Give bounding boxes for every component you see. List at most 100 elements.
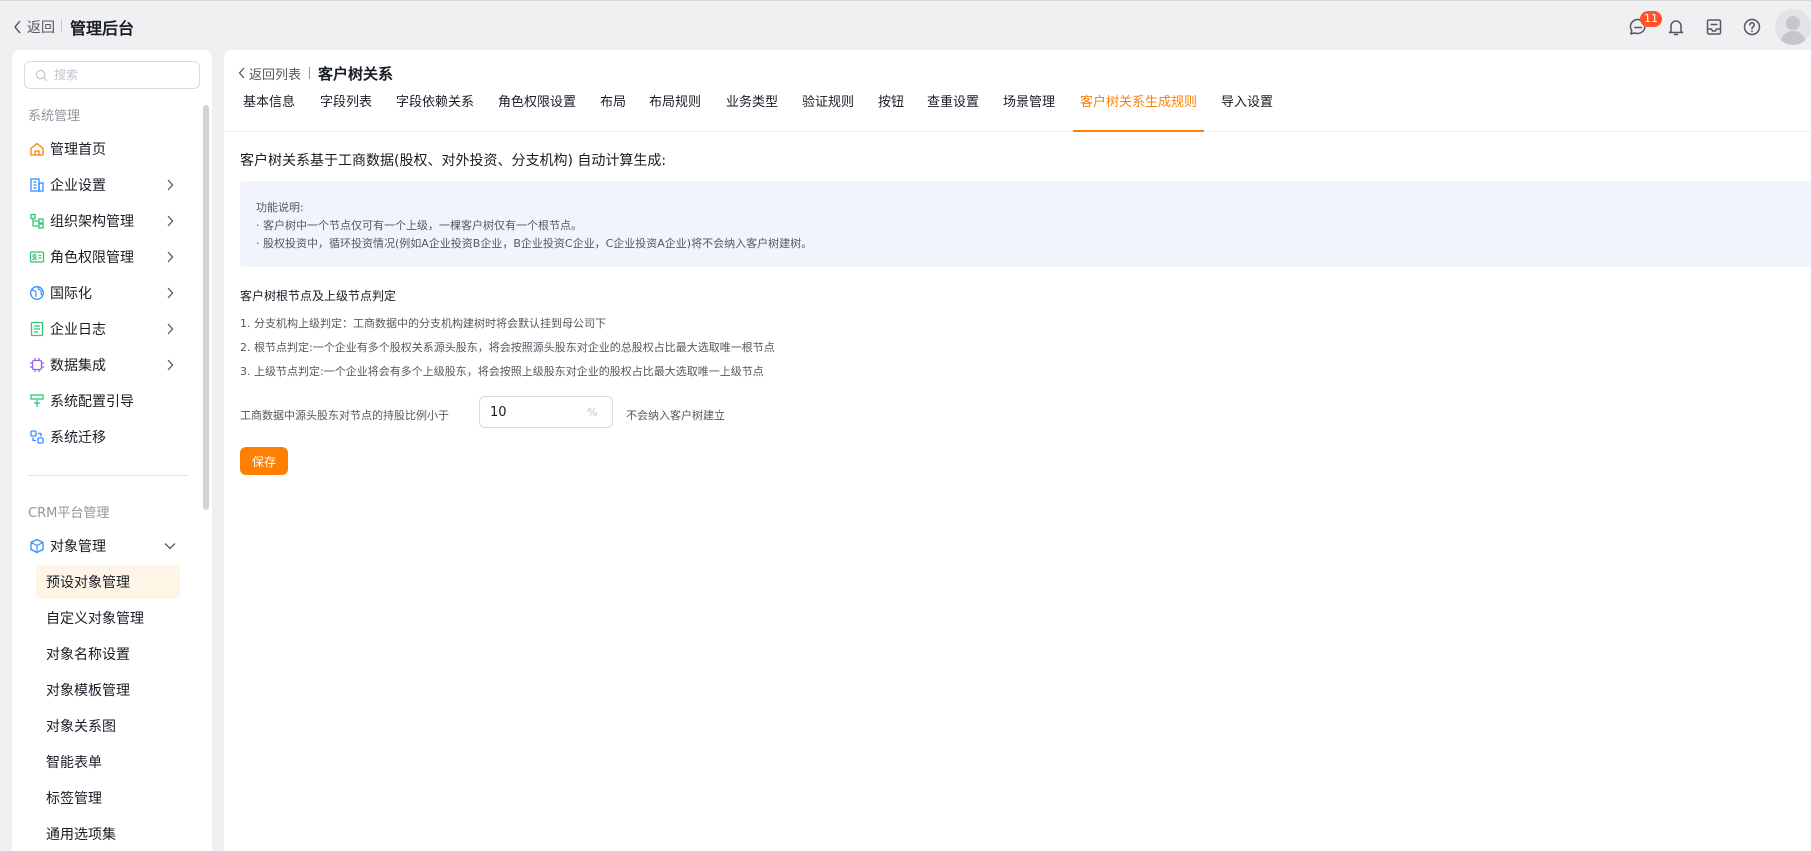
rules-heading: 客户树根节点及上级节点判定 bbox=[240, 289, 397, 303]
sidebar-item-data-integration[interactable]: 数据集成 bbox=[28, 348, 188, 382]
chevron-right-icon bbox=[167, 359, 174, 371]
sidebar-item-log[interactable]: 企业日志 bbox=[28, 312, 188, 346]
info-line: · 客户树中一个节点仅可有一个上级，一棵客户树仅有一个根节点。 bbox=[256, 219, 582, 232]
chevron-right-icon bbox=[167, 287, 174, 299]
sidebar-item-label: 数据集成 bbox=[50, 358, 106, 374]
tab-customer-tree-rules[interactable]: 客户树关系生成规则 bbox=[1072, 88, 1205, 132]
object-icon bbox=[28, 537, 46, 555]
rule-item: 2. 根节点判定:一个企业有多个股权关系源头股东，将会按照源头股东对企业的总股权… bbox=[240, 341, 775, 354]
sidebar-divider bbox=[28, 475, 188, 476]
app-title: 管理后台 bbox=[70, 19, 135, 38]
sidebar-subitem-label: 智能表单 bbox=[46, 755, 102, 771]
message-button[interactable]: 11 bbox=[1619, 9, 1662, 45]
sidebar-item-role[interactable]: 角色权限管理 bbox=[28, 240, 188, 274]
sidebar-item-label: 系统配置引导 bbox=[50, 394, 134, 410]
sidebar-item-label: 组织架构管理 bbox=[50, 214, 134, 230]
back-label: 返回 bbox=[27, 20, 55, 36]
sidebar-item-label: 角色权限管理 bbox=[50, 250, 134, 266]
tab-import-settings[interactable]: 导入设置 bbox=[1221, 88, 1273, 132]
tab-field-dependency[interactable]: 字段依赖关系 bbox=[396, 88, 474, 132]
log-icon bbox=[28, 320, 46, 338]
tab-buttons[interactable]: 按钮 bbox=[878, 88, 904, 132]
sidebar-item-enterprise[interactable]: 企业设置 bbox=[28, 168, 188, 202]
guide-icon bbox=[28, 392, 46, 410]
sidebar-scrollbar[interactable] bbox=[203, 105, 209, 510]
back-to-list-button[interactable]: 返回列表 bbox=[238, 64, 301, 83]
tab-business-type[interactable]: 业务类型 bbox=[726, 88, 778, 132]
sidebar-subitem-custom-objects[interactable]: 自定义对象管理 bbox=[36, 601, 180, 635]
enterprise-icon bbox=[28, 176, 46, 194]
sidebar-subitem-label: 预设对象管理 bbox=[46, 575, 130, 591]
threshold-suffix: 不会纳入客户树建立 bbox=[626, 409, 725, 422]
sidebar-subitem-label: 对象关系图 bbox=[46, 719, 116, 735]
role-icon bbox=[28, 248, 46, 266]
sidebar-item-label: 企业设置 bbox=[50, 178, 106, 194]
notification-button[interactable] bbox=[1657, 9, 1695, 45]
back-to-list-label: 返回列表 bbox=[249, 67, 302, 83]
section-title-system: 系统管理 bbox=[28, 109, 81, 124]
sidebar: 系统管理 管理首页 企业设置 组织架构管理 角色权限管理 国际化 企业日志 数据… bbox=[12, 50, 212, 851]
tab-basic-info[interactable]: 基本信息 bbox=[243, 88, 295, 132]
avatar[interactable] bbox=[1775, 9, 1811, 45]
chevron-down-icon bbox=[164, 543, 176, 550]
search-box[interactable] bbox=[24, 61, 200, 89]
sidebar-subitem-option-sets[interactable]: 通用选项集 bbox=[36, 817, 180, 851]
tab-bar: 基本信息 字段列表 字段依赖关系 角色权限设置 布局 布局规则 业务类型 验证规… bbox=[224, 88, 1811, 132]
sidebar-subitem-smart-form[interactable]: 智能表单 bbox=[36, 745, 180, 779]
threshold-label: 工商数据中源头股东对节点的持股比例小于 bbox=[240, 409, 449, 422]
help-button[interactable] bbox=[1733, 9, 1771, 45]
tab-layout[interactable]: 布局 bbox=[600, 88, 626, 132]
inbox-button[interactable] bbox=[1695, 9, 1733, 45]
threshold-input[interactable] bbox=[490, 404, 585, 420]
sidebar-subitem-preset-objects[interactable]: 预设对象管理 bbox=[36, 565, 180, 599]
chevron-right-icon bbox=[167, 179, 174, 191]
tab-role-permission[interactable]: 角色权限设置 bbox=[498, 88, 576, 132]
top-bar: 返回 管理后台 11 bbox=[0, 0, 1811, 50]
tab-dedup-settings[interactable]: 查重设置 bbox=[927, 88, 979, 132]
avatar-head bbox=[1786, 16, 1800, 30]
search-icon bbox=[35, 69, 48, 81]
avatar-body bbox=[1780, 31, 1806, 45]
percent-unit: % bbox=[587, 405, 598, 419]
threshold-field[interactable]: % bbox=[479, 396, 613, 428]
back-button[interactable]: 返回 bbox=[13, 17, 55, 37]
chevron-right-icon bbox=[167, 215, 174, 227]
help-icon bbox=[1743, 18, 1761, 36]
save-button[interactable]: 保存 bbox=[240, 447, 288, 475]
info-box: 功能说明: · 客户树中一个节点仅可有一个上级，一棵客户树仅有一个根节点。 · … bbox=[240, 181, 1811, 267]
sidebar-subitem-label: 通用选项集 bbox=[46, 827, 116, 843]
breadcrumb-separator bbox=[309, 67, 311, 79]
sidebar-subitem-tags[interactable]: 标签管理 bbox=[36, 781, 180, 815]
tab-field-list[interactable]: 字段列表 bbox=[320, 88, 372, 132]
chevron-right-icon bbox=[167, 251, 174, 263]
home-icon bbox=[28, 140, 46, 158]
migrate-icon bbox=[28, 428, 46, 446]
sidebar-item-org[interactable]: 组织架构管理 bbox=[28, 204, 188, 238]
sidebar-item-home[interactable]: 管理首页 bbox=[28, 132, 188, 166]
section-headline: 客户树关系基于工商数据(股权、对外投资、分支机构) 自动计算生成: bbox=[240, 153, 667, 169]
sidebar-item-label: 管理首页 bbox=[50, 142, 106, 158]
sidebar-item-i18n[interactable]: 国际化 bbox=[28, 276, 188, 310]
section-title-crm: CRM平台管理 bbox=[28, 506, 110, 521]
chevron-left-icon bbox=[14, 20, 21, 34]
sidebar-subitem-object-diagram[interactable]: 对象关系图 bbox=[36, 709, 180, 743]
info-line: · 股权投资中，循环投资情况(例如A企业投资B企业，B企业投资C企业，C企业投资… bbox=[256, 237, 813, 250]
sidebar-subitem-object-templates[interactable]: 对象模板管理 bbox=[36, 673, 180, 707]
tab-layout-rules[interactable]: 布局规则 bbox=[649, 88, 701, 132]
inbox-icon bbox=[1706, 19, 1722, 35]
sidebar-subitem-object-names[interactable]: 对象名称设置 bbox=[36, 637, 180, 671]
globe-icon bbox=[28, 284, 46, 302]
sidebar-item-label: 国际化 bbox=[50, 286, 92, 302]
top-icons: 11 bbox=[1619, 9, 1811, 45]
sidebar-item-label: 系统迁移 bbox=[50, 430, 106, 446]
info-title: 功能说明: bbox=[256, 201, 304, 214]
search-input[interactable] bbox=[54, 68, 194, 82]
tab-scene-mgmt[interactable]: 场景管理 bbox=[1003, 88, 1055, 132]
sidebar-item-label: 企业日志 bbox=[50, 322, 106, 338]
sidebar-subitem-label: 对象模板管理 bbox=[46, 683, 130, 699]
tab-validation-rules[interactable]: 验证规则 bbox=[802, 88, 854, 132]
sidebar-item-migration[interactable]: 系统迁移 bbox=[28, 420, 188, 454]
sidebar-item-object-mgmt[interactable]: 对象管理 bbox=[28, 529, 188, 563]
chevron-left-icon bbox=[238, 67, 245, 79]
sidebar-item-config-guide[interactable]: 系统配置引导 bbox=[28, 384, 188, 418]
